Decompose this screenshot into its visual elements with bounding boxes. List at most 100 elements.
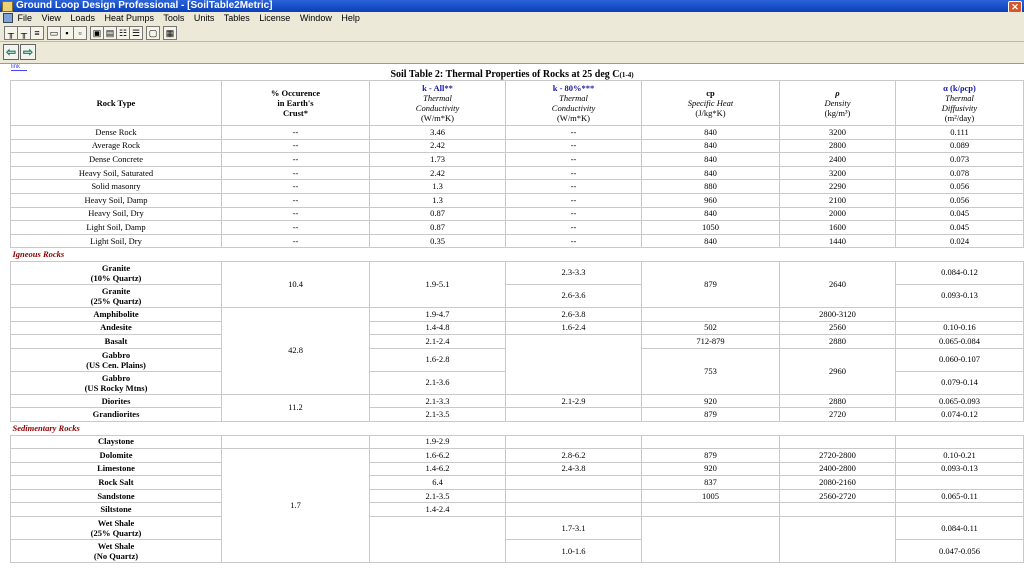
menu-heat-pumps[interactable]: Heat Pumps xyxy=(104,13,154,23)
cell-cp: 502 xyxy=(641,320,780,336)
print-icon[interactable]: ▫ xyxy=(73,26,87,40)
table-row: Amphibolite 42.8 1.9-4.7 2.6-3.8 2800-31… xyxy=(10,306,1024,395)
cell-k-80: -- xyxy=(505,138,642,154)
cell-rock-type: Claystone xyxy=(10,434,222,450)
cell-k-all: 2.42 xyxy=(369,165,506,181)
back-arrow-icon[interactable]: ⇦ xyxy=(3,44,19,60)
table-row: Dolomite 1.7 1.6-6.2 2.8-6.2 879 2720-28… xyxy=(10,448,1024,564)
cell-k-80: -- xyxy=(505,179,642,194)
open-folder-icon[interactable]: ▭ xyxy=(47,26,61,40)
menu-view[interactable]: View xyxy=(42,13,61,23)
cell-density: 2290 xyxy=(779,179,896,194)
header-alpha-symbol: α (k/ρcp) xyxy=(943,83,976,93)
page-icon[interactable]: ▢ xyxy=(146,26,160,40)
cell-rock-type: Light Soil, Damp xyxy=(10,220,222,235)
cell-density: 1600 xyxy=(779,220,896,235)
settings-icon[interactable]: ☷ xyxy=(116,26,130,40)
cell-diffusivity: 0.047-0.056 xyxy=(895,539,1024,564)
cell-cp: 840 xyxy=(641,233,780,249)
cell-k-all: 2.42 xyxy=(369,138,506,154)
table-row: Siltstone 1.4-2.4 xyxy=(10,502,1024,518)
menu-file[interactable]: File xyxy=(18,13,33,23)
save-icon[interactable]: ▪ xyxy=(60,26,74,40)
cell-rock-type: Heavy Soil, Saturated xyxy=(10,165,222,181)
cell-rock-type: Sandstone xyxy=(10,488,222,504)
document-view[interactable]: link Soil Table 2: Thermal Properties of… xyxy=(0,64,1024,572)
cell-diffusivity: 0.10-0.16 xyxy=(895,320,1024,336)
menu-units[interactable]: Units xyxy=(194,13,215,23)
cell-k-all: 0.35 xyxy=(369,233,506,249)
cell-k-all: 0.87 xyxy=(369,206,506,222)
cell-k-80: -- xyxy=(505,152,642,167)
cell-k-80: 2.3-3.3 xyxy=(505,260,642,285)
cell-occurrence: -- xyxy=(221,233,370,249)
section-row: Sedimentary Rocks xyxy=(10,420,1024,436)
borehole-icon[interactable]: ╥ xyxy=(17,26,31,40)
rock-name: Gabbro xyxy=(101,349,131,360)
cell-k-all: 2.1-3.5 xyxy=(369,488,506,504)
cell-k-all: 2.1-3.6 xyxy=(369,370,506,395)
cell-cp: 880 xyxy=(641,179,780,194)
caption-reference: (1-4) xyxy=(619,71,634,79)
cell-diffusivity: 0.056 xyxy=(895,192,1024,208)
menu-tables[interactable]: Tables xyxy=(224,13,250,23)
navigation-bar: ⇦ ⇨ xyxy=(0,42,1024,64)
table-row: Dense Concrete -- 1.73 -- 840 2400 0.073 xyxy=(10,152,1024,167)
cell-rock-type: Gabbro (US Cen. Plains) xyxy=(10,347,222,372)
cell-k-80 xyxy=(505,407,642,422)
calculator-icon[interactable]: ▦ xyxy=(163,26,177,40)
cell-density: 2800-3120 xyxy=(779,306,896,322)
cell-k-all: 1.4-6.2 xyxy=(369,461,506,477)
cell-diffusivity: 0.10-0.21 xyxy=(895,448,1024,463)
horizontal-loop-icon[interactable]: ≡ xyxy=(30,26,44,40)
header-specific-heat: cp Specific Heat (J/kg*K) xyxy=(641,80,780,126)
cell-k-all: 1.3 xyxy=(369,192,506,208)
menu-help[interactable]: Help xyxy=(341,13,360,23)
cell-k-all: 2.1-3.5 xyxy=(369,407,506,422)
rock-qualifier: (US Rocky Mtns) xyxy=(84,382,148,393)
table-row: Basalt 2.1-2.4 712-879 2880 0.065-0.084 xyxy=(10,334,1024,395)
cell-rock-type: Basalt xyxy=(10,334,222,349)
cell-density: 2000 xyxy=(779,206,896,222)
menu-license[interactable]: License xyxy=(259,13,290,23)
cell-diffusivity: 0.073 xyxy=(895,152,1024,167)
cell-density: 2800 xyxy=(779,138,896,154)
header-rho-units: (kg/m³) xyxy=(824,108,851,118)
cell-rock-type: Wet Shale (25% Quartz) xyxy=(10,516,222,541)
rock-qualifier: (No Quartz) xyxy=(93,551,139,562)
cell-rock-type: Dolomite xyxy=(10,448,222,463)
cell-density: 2880 xyxy=(779,334,896,349)
cell-rock-type: Gabbro (US Rocky Mtns) xyxy=(10,370,222,395)
cell-rock-type: Andesite xyxy=(10,320,222,336)
cell-diffusivity xyxy=(895,475,1024,490)
menu-loads[interactable]: Loads xyxy=(70,13,95,23)
cell-k-80 xyxy=(505,502,642,518)
report-icon[interactable]: ▣ xyxy=(90,26,104,40)
cell-density xyxy=(779,502,896,518)
cell-cp: 840 xyxy=(641,125,780,140)
rock-qualifier: (25% Quartz) xyxy=(90,295,142,306)
graph-icon[interactable]: ☰ xyxy=(129,26,143,40)
menu-window[interactable]: Window xyxy=(300,13,332,23)
cell-diffusivity: 0.078 xyxy=(895,165,1024,181)
caption-text: Soil Table 2: Thermal Properties of Rock… xyxy=(390,69,620,80)
ground-loop-icon[interactable]: ╥ xyxy=(4,26,18,40)
copy-icon[interactable]: ▤ xyxy=(103,26,117,40)
header-k-80-line3: Conductivity xyxy=(551,103,596,113)
cell-k-80: -- xyxy=(505,125,642,140)
cell-density: 3200 xyxy=(779,165,896,181)
header-occurrence-line1: % Occurence xyxy=(270,88,321,98)
cell-diffusivity: 0.079-0.14 xyxy=(895,370,1024,395)
section-row: Igneous Rocks xyxy=(10,247,1024,262)
cell-cp: 920 xyxy=(641,393,780,409)
rock-name: Wet Shale xyxy=(97,518,135,529)
cell-k-all: 1.9-5.1 xyxy=(369,260,506,308)
cell-k-all: 1.3 xyxy=(369,179,506,194)
cell-occurrence: 11.2 xyxy=(221,393,370,422)
app-icon xyxy=(2,1,13,12)
cell-k-all: 1.9-2.9 xyxy=(369,434,506,450)
cell-diffusivity: 0.045 xyxy=(895,206,1024,222)
menu-tools[interactable]: Tools xyxy=(163,13,184,23)
cell-k-80: 2.1-2.9 xyxy=(505,393,642,409)
forward-arrow-icon[interactable]: ⇨ xyxy=(20,44,36,60)
